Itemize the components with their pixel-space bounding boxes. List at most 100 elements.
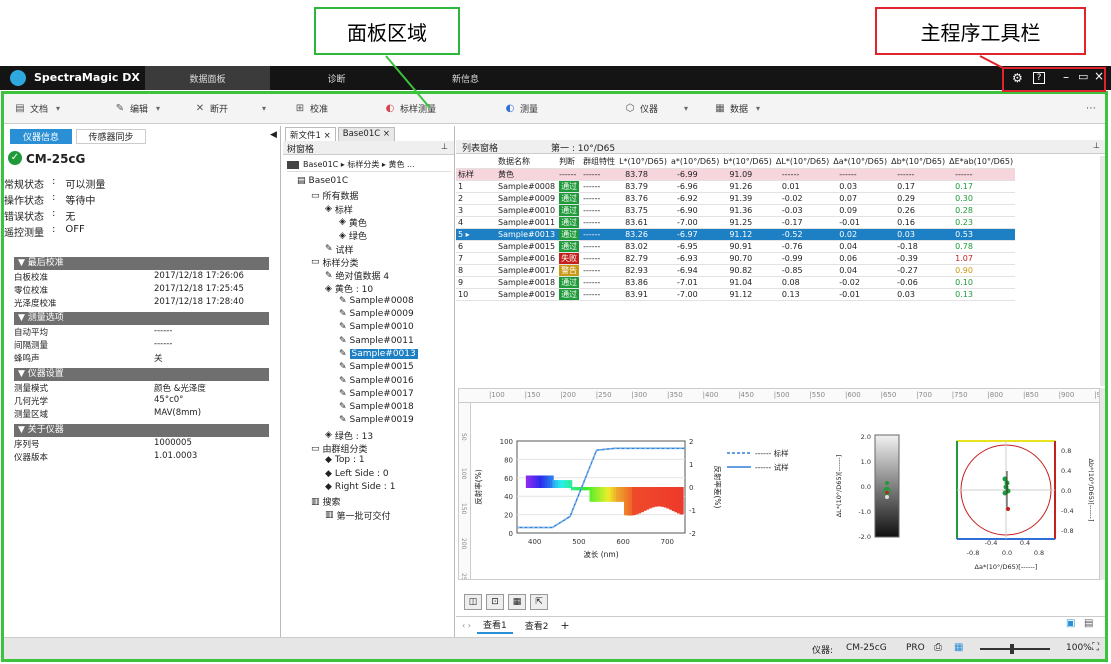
column-header[interactable]: Δb*(10°/D65) [889, 156, 948, 169]
tree-node[interactable]: ✎ Sample#0011 [339, 336, 414, 346]
table-row[interactable]: 2 Sample#0009 通过 ------ 83.76 -6.92 91.39 -0.02… [456, 192, 1016, 205]
zoom-view-icon[interactable]: ⊡ [486, 594, 504, 610]
section-header-about-instrument[interactable]: ▼ 关于仪器 [14, 424, 269, 437]
zoom-slider[interactable] [980, 648, 1050, 650]
column-header[interactable] [456, 156, 496, 169]
toolbar-instrument-button[interactable]: ⬡ 仪器 ▾ [614, 94, 704, 124]
tree-node[interactable]: ◆ Right Side : 1 [325, 482, 395, 492]
table-row[interactable]: 1 Sample#0008 通过 ------ 83.79 -6.96 91.26 0.01 0… [456, 180, 1016, 193]
section-header-measure-options[interactable]: ▼ 测量选项 [14, 312, 269, 325]
toolbar-target-measure-button[interactable]: ◐ 标样测量 [374, 94, 494, 124]
tab-view-1[interactable]: 查看1 [476, 617, 513, 634]
fit-screen-icon[interactable]: ⛶ [1092, 642, 1099, 653]
grid-icon[interactable]: ▦ [954, 642, 963, 653]
tree-node[interactable]: ▥ 第一批可交付 [325, 509, 391, 522]
column-header[interactable]: 数据名称 [496, 156, 558, 169]
chart-view-icon[interactable]: ◫ [464, 594, 482, 610]
tree-node[interactable]: ✎ Sample#0013 [339, 348, 418, 359]
table-cell: ------ [581, 192, 618, 205]
tree-node[interactable]: ◈ 黄色 : 10 [325, 282, 373, 296]
pin-icon[interactable]: ⊥ [441, 142, 448, 151]
table-row[interactable]: 3 Sample#0010 通过 ------ 83.75 -6.90 91.36 -0.03… [456, 204, 1016, 217]
tree-node[interactable]: ▤ Base01C [297, 176, 348, 186]
tree-node[interactable]: ✎ 试样 [325, 243, 354, 256]
tree-node[interactable]: ◈ 黄色 [339, 216, 367, 229]
help-icon[interactable]: ? [1033, 72, 1045, 84]
close-icon[interactable]: × [1094, 69, 1104, 83]
settings-gear-icon[interactable]: ⚙ [1012, 71, 1023, 85]
target-icon: ◈ [339, 217, 346, 228]
tree-node[interactable]: ▭ 所有数据 [311, 189, 359, 203]
column-header[interactable]: 判断 [557, 156, 582, 169]
export-view-icon[interactable]: ⇱ [530, 594, 548, 610]
y2-tick-label: -2 [689, 530, 696, 538]
table-row[interactable]: 8 Sample#0017 警告 ------ 82.93 -6.94 90.82 -0.85… [456, 264, 1016, 277]
table-row[interactable]: 7 Sample#0016 失败 ------ 82.79 -6.93 90.70 -0.99… [456, 252, 1016, 265]
tree-node[interactable]: ▭ 标样分类 [311, 256, 359, 269]
tree-node[interactable]: ✎ Sample#0016 [339, 376, 414, 386]
table-row[interactable]: 10 Sample#0019 通过 ------ 83.91 -7.00 91.12 0.13… [456, 288, 1016, 301]
column-header[interactable]: L*(10°/D65) [617, 156, 669, 169]
table-cell: -7.01 [668, 276, 722, 289]
tree-node[interactable]: ✎ Sample#0017 [339, 389, 414, 399]
tab-diagnostics[interactable]: 诊断 [274, 66, 399, 90]
table-row[interactable]: 6 Sample#0015 通过 ------ 83.02 -6.95 90.91 -0.76… [456, 240, 1016, 253]
column-header[interactable]: 群组特性 [581, 156, 618, 169]
toolbar-disconnect-button[interactable]: ✕ 断开 ▾ [184, 94, 284, 124]
table-cell: 91.09 [721, 168, 774, 181]
list-scrollbar[interactable] [1100, 156, 1106, 386]
zoom-slider-thumb[interactable] [1010, 644, 1014, 654]
add-view-button[interactable]: + [560, 619, 569, 632]
table-cell: -6.93 [668, 252, 722, 265]
tab-sensor-sync[interactable]: 传感器同步 [76, 129, 146, 144]
tree-node[interactable]: ◆ Top : 1 [325, 455, 365, 465]
toolbar-edit-button[interactable]: ✎ 编辑 ▾ [104, 94, 184, 124]
tree-node[interactable]: ✎ Sample#0009 [339, 309, 414, 319]
collapse-panel-icon[interactable]: ◀ [270, 130, 277, 140]
tree-node[interactable]: ✎ Sample#0019 [339, 415, 414, 425]
table-view-icon[interactable]: ▦ [508, 594, 526, 610]
tree-node[interactable]: ✎ Sample#0015 [339, 362, 414, 372]
layout-icon[interactable]: ▣ [1066, 618, 1075, 629]
zoom-level: 100% [1066, 643, 1092, 653]
toolbar-options-icon[interactable]: ⋯ [1076, 94, 1106, 124]
tree-node[interactable]: ◆ Left Side : 0 [325, 469, 389, 479]
y-tick-label: 0.0 [1061, 487, 1071, 495]
restore-icon[interactable]: ▭ [1078, 70, 1088, 83]
print-icon[interactable]: ⎙ [934, 642, 942, 653]
column-header[interactable]: b*(10°/D65) [721, 156, 774, 169]
table-row[interactable]: 标样 黄色 ------ ------ 83.78 -6.99 91.09 ------ ---… [456, 168, 1016, 181]
column-header[interactable]: ΔL*(10°/D65) [773, 156, 832, 169]
tree-node[interactable]: ✎ 绝对值数据 4 [325, 269, 389, 283]
tree-node[interactable]: ◈ 绿色 : 13 [325, 429, 373, 442]
column-header[interactable]: ΔE*ab(10°/D65) [947, 156, 1016, 169]
tree-node[interactable]: ✎ Sample#0008 [339, 296, 414, 306]
column-header[interactable]: Δa*(10°/D65) [831, 156, 890, 169]
toolbar-calibrate-button[interactable]: ⊞ 校准 [284, 94, 374, 124]
toolbar-measure-button[interactable]: ◐ 测量 [494, 94, 614, 124]
tree-node[interactable]: ▭ 由群组分类 [311, 442, 368, 456]
breadcrumb[interactable]: Base01C ▸ 标样分类 ▸ 黄色 ... [287, 158, 451, 172]
canvas-scrollbar[interactable] [1100, 388, 1106, 580]
toolbar-data-button[interactable]: ▦ 数据 ▾ [704, 94, 784, 124]
tree-node[interactable]: ✎ Sample#0018 [339, 402, 414, 412]
tree-node[interactable]: ▥ 搜索 [311, 495, 341, 509]
tree-node[interactable]: ✎ Sample#0010 [339, 322, 414, 332]
section-header-calibration[interactable]: ▼ 最后校准 [14, 257, 269, 270]
tab-news[interactable]: 新信息 [403, 66, 528, 90]
toolbar-document-button[interactable]: ▤ 文档 ▾ [4, 94, 104, 124]
table-row[interactable]: 4 Sample#0011 通过 ------ 83.61 -7.00 91.25 -0.17… [456, 216, 1016, 229]
tab-data-panel[interactable]: 数据面板 [145, 66, 270, 90]
section-header-instrument-settings[interactable]: ▼ 仪器设置 [14, 368, 269, 381]
table-row[interactable]: 5 ▸ Sample#0013 通过 ------ 83.26 -6.97 91.12 -0.… [456, 228, 1016, 241]
tree-node[interactable]: ◈ 标样 [325, 203, 353, 216]
table-row[interactable]: 9 Sample#0018 通过 ------ 83.86 -7.01 91.04 0.08-… [456, 276, 1016, 289]
minimize-icon[interactable]: – [1063, 70, 1069, 84]
tab-view-2[interactable]: 查看2 [519, 618, 555, 633]
tab-instrument-info[interactable]: 仪器信息 [10, 129, 72, 144]
tree-node-label: 标样 [334, 205, 353, 216]
column-header[interactable]: a*(10°/D65) [668, 156, 722, 169]
tree-node[interactable]: ◈ 绿色 [339, 229, 367, 243]
pin-icon[interactable]: ⊥ [1093, 141, 1100, 150]
split-layout-icon[interactable]: ▤ [1084, 618, 1093, 629]
